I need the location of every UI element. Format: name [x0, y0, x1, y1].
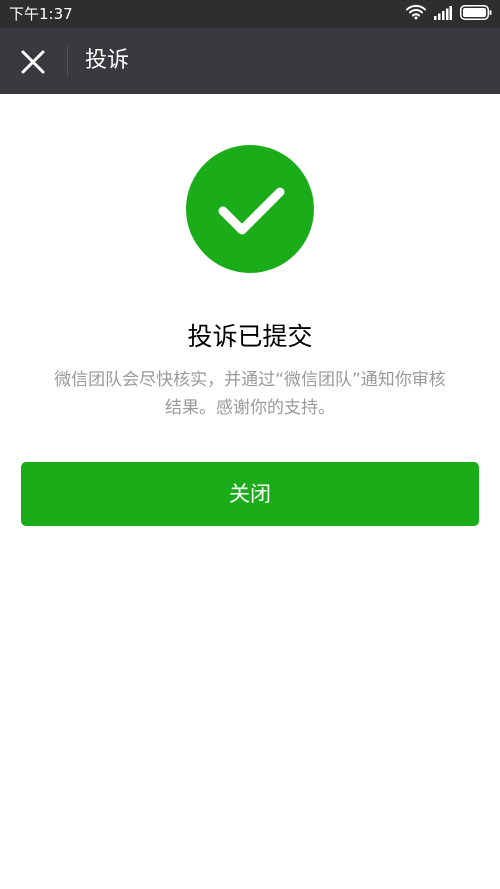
close-icon[interactable]: [18, 47, 48, 77]
success-badge: [186, 145, 314, 273]
nav-divider: [67, 45, 68, 77]
result-description: 微信团队会尽快核实，并通过“微信团队”通知你审核 结果。感谢你的支持。: [28, 366, 472, 422]
nav-bar: 投诉: [0, 28, 500, 94]
checkmark-icon: [218, 187, 285, 235]
battery-icon: [460, 4, 492, 24]
wifi-icon: [406, 4, 426, 24]
signal-icon: [434, 5, 452, 24]
page-title: 投诉: [85, 48, 130, 73]
status-bar: 下午1:37: [0, 0, 500, 28]
result-description-line: 微信团队会尽快核实，并通过“微信团队”通知你审核: [54, 370, 446, 390]
status-time: 下午1:37: [9, 5, 73, 23]
close-button[interactable]: 关闭: [21, 462, 479, 526]
result-description-line: 结果。感谢你的支持。: [165, 398, 335, 418]
result-title: 投诉已提交: [187, 322, 313, 351]
status-icons: [406, 4, 492, 24]
